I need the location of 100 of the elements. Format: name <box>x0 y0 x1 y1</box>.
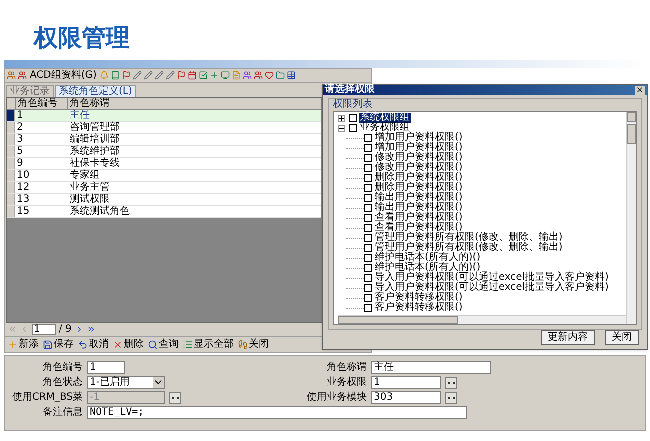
table-row[interactable]: 1 主任 <box>7 110 321 122</box>
action-button[interactable]: 取消 <box>78 340 109 350</box>
people-icon[interactable] <box>242 71 252 80</box>
tree-item[interactable]: 管理用户资料所有权限(修改、删除、输出) <box>374 243 564 253</box>
table-row[interactable]: 9 社保卡专线 <box>7 158 321 170</box>
table-row[interactable]: 13 测试权限 <box>7 194 321 206</box>
people-icon[interactable] <box>7 71 16 80</box>
tree-item[interactable]: 输出用户资料权限() <box>374 203 464 213</box>
tree-item[interactable]: 客户资料转移权限() <box>374 293 464 303</box>
tree-checkbox[interactable] <box>364 284 372 292</box>
people-icon[interactable] <box>18 71 27 80</box>
flag-icon[interactable] <box>122 71 131 80</box>
undo-icon <box>78 340 88 350</box>
tree-item[interactable]: 客户资料转移权限() <box>374 303 464 313</box>
table-cell-text: 测试权限 <box>69 194 111 205</box>
tree-checkbox[interactable] <box>364 204 372 212</box>
people-icon[interactable] <box>254 71 263 80</box>
table-icon[interactable] <box>286 71 296 80</box>
page-input[interactable]: 1 <box>32 324 56 335</box>
tree-item[interactable]: 删除用户资料权限() <box>374 173 464 183</box>
tree-checkbox[interactable] <box>364 164 372 172</box>
tree-item[interactable]: 导入用户资料权限(可以通过excel批量导入客户资料) <box>374 273 610 283</box>
tree-checkbox[interactable] <box>364 224 372 232</box>
tree-checkbox[interactable] <box>349 124 357 132</box>
folder-icon[interactable] <box>276 71 285 80</box>
book-icon[interactable] <box>110 71 120 80</box>
flag-icon[interactable] <box>176 71 186 80</box>
last-page-icon[interactable] <box>86 325 96 334</box>
tree-item[interactable]: 修改用户资料权限() <box>374 163 464 173</box>
expand-toggle[interactable] <box>338 114 345 122</box>
tree-checkbox[interactable] <box>364 234 372 242</box>
tree-checkbox[interactable] <box>349 114 357 122</box>
tree-checkbox[interactable] <box>364 184 372 192</box>
tree-checkbox[interactable] <box>364 244 372 252</box>
tree-item[interactable]: 增加用户资料权限() <box>374 133 464 143</box>
table-row[interactable]: 5 系统维护部 <box>7 146 321 158</box>
collapse-toggle[interactable] <box>338 124 345 132</box>
tree-item[interactable]: 导入用户资料权限(可以通过excel批量导入客户资料) <box>374 283 610 293</box>
tree-checkbox[interactable] <box>364 194 372 202</box>
input-field[interactable]: 1 <box>87 361 125 374</box>
lookup-button[interactable] <box>169 392 181 404</box>
input-field[interactable]: 303 <box>371 391 441 404</box>
input-field[interactable]: 1 <box>371 376 441 389</box>
column-header[interactable]: 角色称谓 <box>67 98 321 109</box>
tree-item[interactable]: 增加用户资料权限() <box>374 143 464 153</box>
pencil-icon[interactable] <box>144 71 153 80</box>
lookup-button[interactable] <box>445 376 457 388</box>
table-cell-text: 社保卡专线 <box>69 158 121 169</box>
input-field[interactable]: 主任 <box>371 361 491 374</box>
tree-checkbox[interactable] <box>364 274 372 282</box>
field-label: 角色状态 <box>42 378 83 388</box>
close-button[interactable] <box>635 86 645 94</box>
tree-checkbox[interactable] <box>364 214 372 222</box>
table-row[interactable]: 12 业务主管 <box>7 182 321 194</box>
column-header[interactable]: 角色编号 <box>15 98 67 109</box>
tree-item[interactable]: 查看用户资料权限() <box>374 223 464 233</box>
action-button[interactable]: 查询 <box>148 340 179 350</box>
monitor-icon[interactable] <box>220 71 230 80</box>
table-row[interactable]: 3 编辑培训部 <box>7 134 321 146</box>
tree-item[interactable]: 管理用户资料所有权限(修改、删除、输出) <box>374 233 564 243</box>
tree-item[interactable]: 维护电话本(所有人的)() <box>374 263 482 273</box>
tab[interactable]: 系统角色定义(L) <box>55 85 136 97</box>
action-button[interactable]: 显示全部 <box>183 340 234 350</box>
tree-checkbox[interactable] <box>364 264 372 272</box>
toolbar-button[interactable]: ACD组资料(G) <box>29 70 98 80</box>
action-button[interactable]: 删除 <box>113 340 144 350</box>
vertical-scrollbar[interactable] <box>626 112 636 324</box>
tree-checkbox[interactable] <box>364 254 372 262</box>
tree-item[interactable]: 删除用户资料权限() <box>374 183 464 193</box>
tree-checkbox[interactable] <box>364 304 372 312</box>
tree-item[interactable]: 输出用户资料权限() <box>374 193 464 203</box>
table-cell-text: 10 <box>16 170 31 181</box>
pencil-icon[interactable] <box>154 71 164 80</box>
input-field[interactable]: NOTE_LV=; <box>87 406 467 419</box>
action-button[interactable]: 保存 <box>43 340 74 350</box>
heart-icon[interactable] <box>264 71 274 80</box>
tree-item[interactable]: 业务权限组 <box>359 123 411 133</box>
tree-checkbox[interactable] <box>364 134 372 142</box>
table-cell-text: 5 <box>16 146 24 157</box>
table-row[interactable]: 15 系统测试角色 <box>7 206 321 218</box>
tree-item[interactable]: 修改用户资料权限() <box>374 153 464 163</box>
checkbox-icon[interactable] <box>198 71 208 80</box>
action-button[interactable]: 新添 <box>8 340 39 350</box>
status-dropdown[interactable]: 1-已启用 <box>87 376 165 389</box>
pencil-icon[interactable] <box>166 71 175 80</box>
calendar-icon[interactable] <box>188 71 197 80</box>
tree-item[interactable]: 查看用户资料权限() <box>374 213 464 223</box>
pencil-icon[interactable] <box>132 71 142 80</box>
horizontal-scrollbar[interactable] <box>338 315 626 324</box>
table-row[interactable]: 10 专家组 <box>7 170 321 182</box>
tree-checkbox[interactable] <box>364 144 372 152</box>
dialog-button[interactable]: 更新内容 <box>541 330 595 345</box>
table-row[interactable]: 2 咨询管理部 <box>7 122 321 134</box>
lookup-button[interactable] <box>445 392 457 404</box>
tree-checkbox[interactable] <box>364 174 372 182</box>
action-button[interactable]: 关闭 <box>238 340 269 350</box>
tree-checkbox[interactable] <box>364 294 372 302</box>
tree-item[interactable]: 维护电话本(所有人的)() <box>374 253 482 263</box>
tree-checkbox[interactable] <box>364 154 372 162</box>
dialog-button[interactable]: 关闭 <box>605 330 639 345</box>
